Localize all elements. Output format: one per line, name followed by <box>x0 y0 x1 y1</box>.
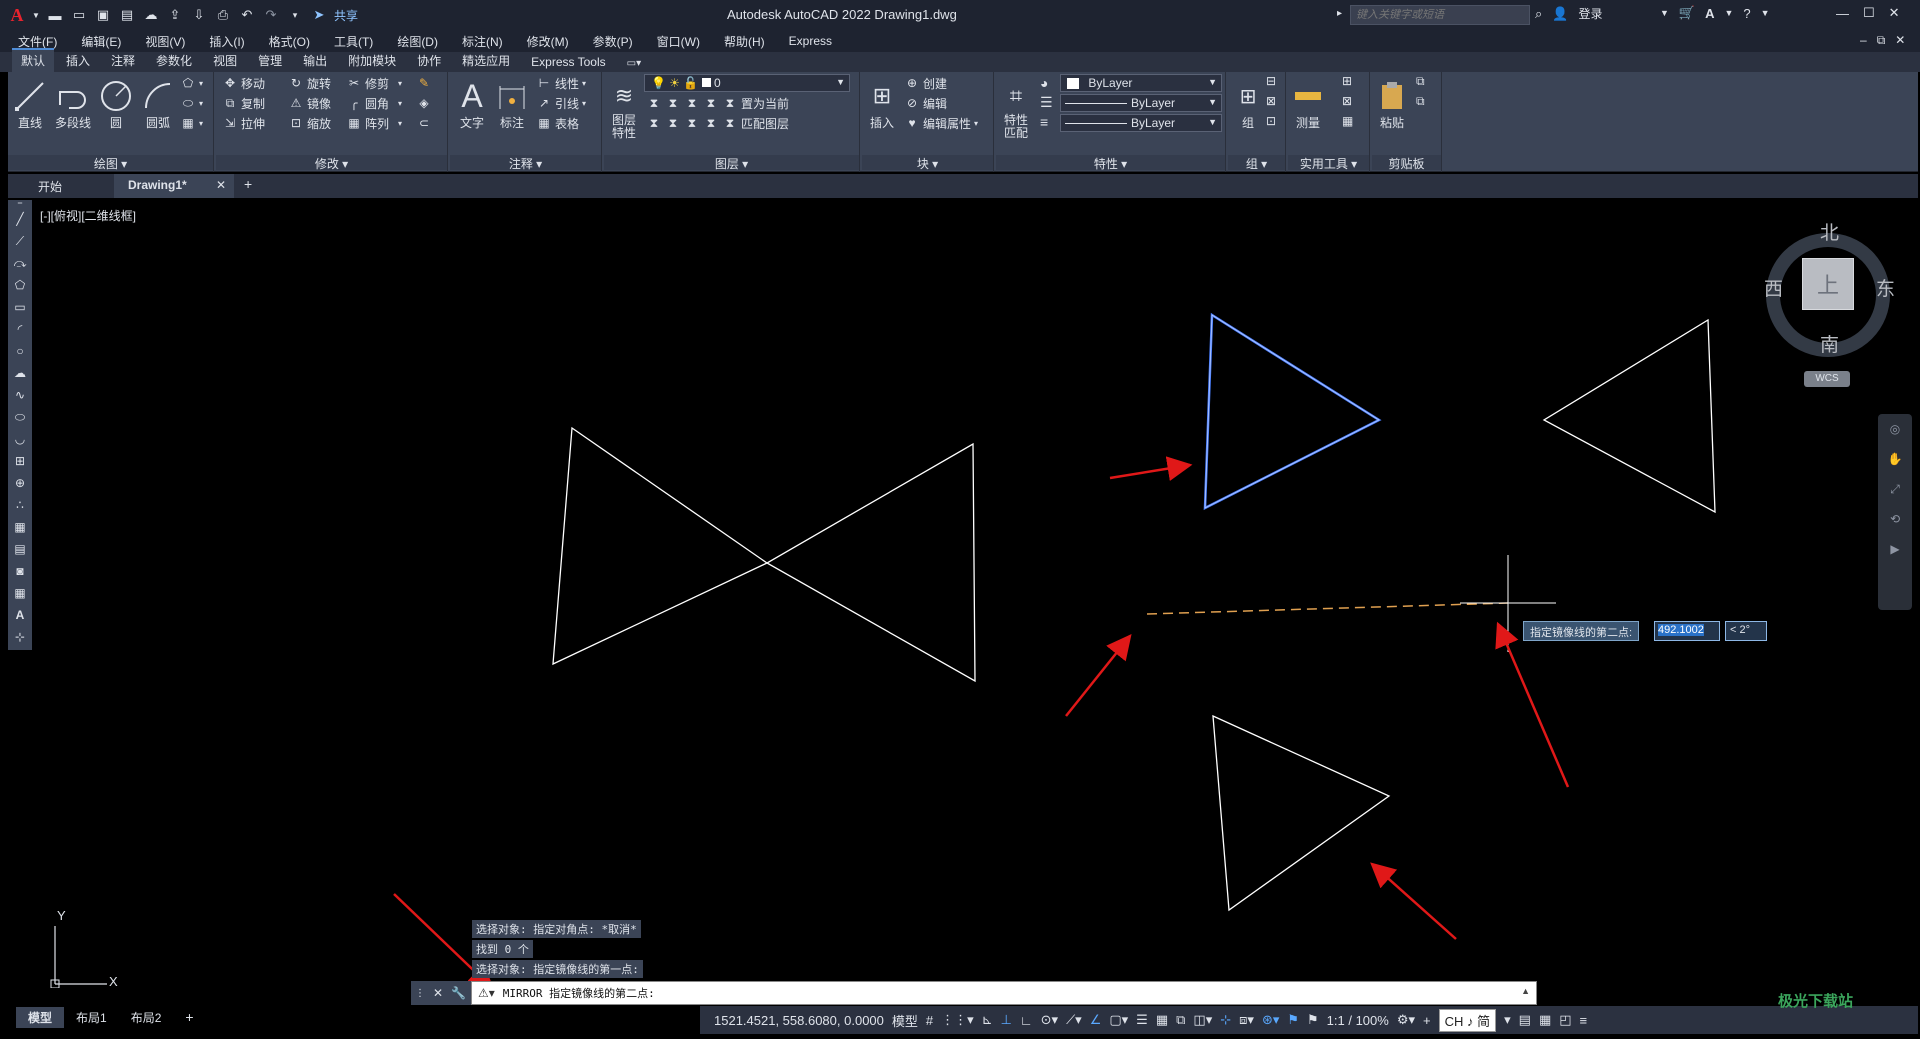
original-triangle-right[interactable] <box>765 442 976 683</box>
workspace-gear-icon[interactable]: ⚙▾ <box>1397 1012 1415 1028</box>
compass-south[interactable]: 南 <box>1820 330 1839 357</box>
command-line[interactable]: ⚠▾ MIRROR 指定镜像线的第二点: ▲ <box>471 981 1537 1005</box>
selected-triangle-highlight <box>1204 314 1380 509</box>
isodraft-icon[interactable]: ⟋▾ <box>1066 1012 1082 1028</box>
tab-layout2[interactable]: 布局2 <box>119 1007 174 1028</box>
dynamic-input-distance[interactable]: 492.1002 <box>1654 621 1720 641</box>
mirror-line <box>1146 602 1509 615</box>
command-prompt: MIRROR 指定镜像线的第二点: <box>502 987 655 1000</box>
clean-screen-icon[interactable]: ◰ <box>1559 1012 1571 1028</box>
3d-osnap-icon[interactable]: ◫▾ <box>1193 1012 1212 1028</box>
ucs-icon: Y X <box>45 908 125 989</box>
drawing-geometry <box>393 312 1716 990</box>
layout-tabs: 模型 布局1 布局2 + <box>8 1006 708 1028</box>
steering-wheel-icon[interactable]: ◎ <box>1878 414 1912 444</box>
ime-indicator[interactable]: CH ♪ 简 <box>1438 1008 1497 1032</box>
infer-constraints-icon[interactable]: ⊾ <box>982 1012 993 1028</box>
mirror-preview-triangle <box>1212 714 1391 912</box>
annotation-arrow <box>1370 862 1457 940</box>
gizmo-icon[interactable]: ⊛▾ <box>1262 1012 1279 1028</box>
pan-icon[interactable]: ✋ <box>1878 444 1912 474</box>
ucs-y-label: Y <box>57 908 66 923</box>
tab-model[interactable]: 模型 <box>16 1006 65 1028</box>
status-bar: 1521.4521, 558.6080, 0.0000 模型 # ⋮⋮▾ ⊾ ⊥… <box>700 1006 1918 1034</box>
compass-east[interactable]: 东 <box>1876 274 1895 301</box>
grip-icon[interactable]: ⋮ <box>415 988 425 999</box>
lineweight-toggle-icon[interactable]: ☰ <box>1136 1012 1148 1028</box>
annotation-visibility-icon[interactable]: ⚑ <box>1287 1012 1299 1028</box>
selection-cycling-icon[interactable]: ⧉ <box>1176 1012 1185 1028</box>
customize-wrench-icon[interactable]: 🔧 <box>451 986 466 1000</box>
command-history-toggle-icon[interactable]: ▲ <box>1521 986 1530 996</box>
hardware-acceleration-icon[interactable]: ▦ <box>1539 1012 1551 1028</box>
command-line-handle: ⋮ ✕ 🔧 <box>411 981 471 1005</box>
orbit-icon[interactable]: ⟲ <box>1878 504 1912 534</box>
zoom-extents-icon[interactable]: ⤢ <box>1878 474 1912 504</box>
annotation-arrow <box>1495 621 1570 788</box>
customize-status-icon[interactable]: ≡ <box>1580 1013 1588 1028</box>
annotation-monitor-icon[interactable]: + <box>1423 1013 1431 1028</box>
compass-north[interactable]: 北 <box>1820 218 1839 245</box>
dynamic-ucs-icon[interactable]: ⊹ <box>1220 1012 1231 1028</box>
snap-icon[interactable]: ⋮⋮▾ <box>941 1012 974 1028</box>
polar-tracking-icon[interactable]: ⊙▾ <box>1041 1012 1058 1028</box>
command-history-line: 找到 0 个 <box>472 940 533 958</box>
coordinates-readout[interactable]: 1521.4521, 558.6080, 0.0000 <box>714 1013 884 1028</box>
showmotion-icon[interactable]: ▶ <box>1878 534 1912 564</box>
ortho-icon[interactable]: ∟ <box>1020 1013 1033 1028</box>
object-snap-icon[interactable]: ▢▾ <box>1109 1012 1128 1028</box>
status-menu-icon[interactable]: ▾ <box>1504 1012 1511 1028</box>
watermark-logo: 极光下载站 <box>1778 993 1854 1010</box>
grid-icon[interactable]: # <box>926 1013 933 1028</box>
wcs-menu[interactable]: WCS <box>1804 371 1850 387</box>
dynamic-input-prompt: 指定镜像线的第二点: <box>1523 621 1640 641</box>
new-layout-plus-icon[interactable]: + <box>173 1007 205 1027</box>
annotation-arrow <box>1065 634 1132 717</box>
command-history-line: 选择对象: 指定对角点: *取消* <box>472 920 641 938</box>
auto-scale-icon[interactable]: ⚑ <box>1307 1012 1319 1028</box>
annotation-scale[interactable]: 1:1 / 100% <box>1327 1013 1389 1028</box>
command-history-line: 选择对象: 指定镜像线的第一点: <box>472 960 643 978</box>
dynamic-input-icon[interactable]: ⊥ <box>1001 1012 1012 1028</box>
close-command-icon[interactable]: ✕ <box>433 986 443 1000</box>
transparency-icon[interactable]: ▦ <box>1156 1012 1168 1028</box>
mirrored-triangle-right[interactable] <box>1542 318 1716 514</box>
dynamic-input-angle[interactable]: < 2° <box>1725 621 1767 641</box>
object-snap-tracking-icon[interactable]: ∠ <box>1090 1012 1102 1028</box>
tab-layout1[interactable]: 布局1 <box>64 1007 119 1028</box>
navigation-bar: ◎ ✋ ⤢ ⟲ ▶ <box>1878 414 1912 610</box>
selected-triangle[interactable] <box>1203 312 1382 511</box>
command-recent-icon[interactable]: ⚠▾ <box>478 986 495 1000</box>
viewcube-top-face[interactable]: 上 <box>1802 258 1854 310</box>
compass-west[interactable]: 西 <box>1764 274 1783 301</box>
selection-filter-icon[interactable]: ⧈▾ <box>1239 1012 1254 1028</box>
ucs-x-label: X <box>109 974 118 989</box>
original-triangle-left[interactable] <box>552 426 769 666</box>
isolate-objects-icon[interactable]: ▤ <box>1519 1012 1531 1028</box>
model-space-button[interactable]: 模型 <box>892 1011 918 1030</box>
annotation-arrow <box>1109 456 1193 481</box>
